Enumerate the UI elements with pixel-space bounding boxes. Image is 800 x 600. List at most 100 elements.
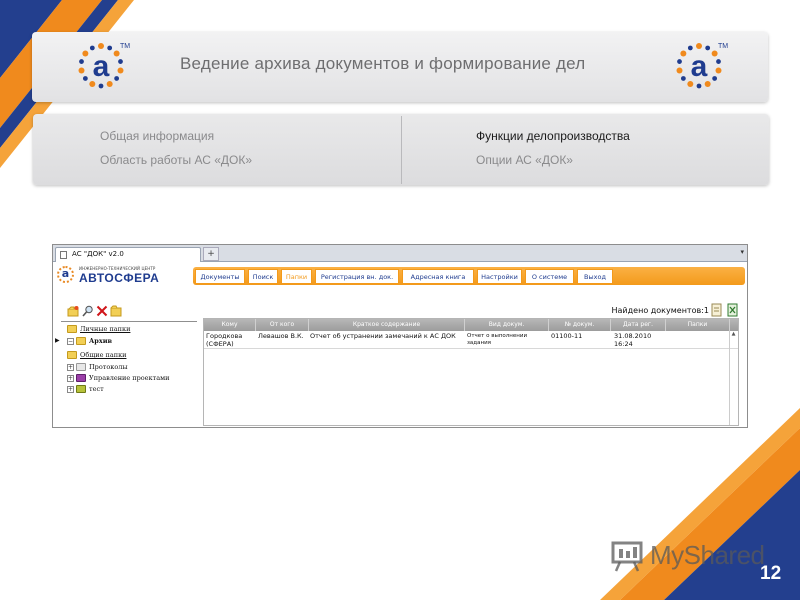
expand-icon[interactable]: + — [67, 374, 74, 382]
slide-title: Ведение архива документов и формирование… — [180, 54, 586, 73]
tree-shared-folders[interactable]: Общие папки — [67, 351, 126, 359]
menu-search[interactable]: Поиск — [248, 269, 278, 284]
logo-dot — [680, 76, 686, 81]
logo-dot — [79, 59, 84, 64]
logo-dot — [716, 59, 721, 64]
logo-dot — [696, 43, 702, 49]
table-header: Кому От кого Краткое содержание Вид доку… — [204, 319, 738, 331]
new-tab-button[interactable]: + — [203, 247, 219, 261]
export-excel-icon[interactable] — [727, 302, 739, 317]
documents-table: Кому От кого Краткое содержание Вид доку… — [203, 318, 739, 426]
logo-dot — [118, 59, 123, 64]
menu-folders[interactable]: Папки — [281, 269, 312, 284]
logo-dot — [711, 50, 718, 57]
folder-icon — [67, 351, 77, 359]
scroll-up-icon[interactable]: ▲ — [730, 331, 737, 337]
logo-letter: a — [93, 50, 110, 83]
section-navigation: Общая информация Область работы АС «ДОК»… — [33, 114, 769, 185]
logo-dot — [78, 67, 85, 74]
folder-icon — [67, 325, 77, 333]
open-folder-icon[interactable] — [110, 305, 122, 317]
nav-work-area[interactable]: Область работы АС «ДОК» — [100, 153, 252, 167]
column-header-to[interactable]: Кому — [204, 319, 256, 331]
documents-found: Найдено документов:1 — [612, 306, 709, 315]
column-header-from[interactable]: От кого — [256, 319, 309, 331]
tab-scroll-down-icon[interactable]: ▾ — [740, 248, 744, 256]
brand-logo-left: a TM — [78, 43, 130, 89]
cell-doc-number: 01100-11 — [551, 332, 583, 340]
logo-dot — [715, 67, 722, 74]
tree-protocols[interactable]: + Протоколы — [67, 363, 128, 371]
export-document-icon[interactable] — [711, 302, 723, 317]
tree-test[interactable]: + тест — [67, 385, 104, 393]
column-header-reg-date[interactable]: Дата рег. — [611, 319, 666, 331]
logo-dot — [696, 83, 702, 89]
logo-dot — [82, 76, 88, 81]
column-header-folders[interactable]: Папки — [666, 319, 730, 331]
table-scrollbar[interactable]: ▲ — [729, 331, 737, 425]
nav-divider — [401, 116, 402, 184]
column-header-doc-type[interactable]: Вид докум. — [465, 319, 549, 331]
menu-exit[interactable]: Выход — [577, 269, 613, 284]
nav-options[interactable]: Опции АС «ДОК» — [476, 153, 573, 167]
cell-to: Городкова (СФЕРА) — [206, 332, 243, 348]
menu-about[interactable]: О системе — [525, 269, 574, 284]
folder-icon — [76, 337, 86, 345]
browser-tab-bar: АС "ДОК" v2.0 + ▾ — [53, 245, 747, 262]
documents-found-count: 1 — [703, 306, 709, 315]
nav-general-info[interactable]: Общая информация — [100, 129, 214, 143]
folder-icon — [76, 374, 86, 382]
logo-dot — [117, 67, 124, 74]
collapse-panel-icon[interactable]: ▶ — [55, 337, 60, 344]
watermark-text: MyShared — [650, 540, 765, 570]
logo-dot — [676, 67, 683, 74]
cell-summary: Отчет об устранении замечаний к АС ДОК — [310, 332, 456, 340]
title-banner: Ведение архива документов и формирование… — [32, 32, 768, 102]
logo-trademark: TM — [120, 43, 130, 50]
logo-dot — [712, 76, 718, 81]
search-folder-icon[interactable] — [82, 305, 94, 317]
main-menu: Документы Поиск Папки Регистрация вн. до… — [193, 267, 745, 285]
menu-address-book[interactable]: Адресная книга — [402, 269, 474, 284]
documents-found-label: Найдено документов: — [611, 306, 704, 315]
browser-tab-title: АС "ДОК" v2.0 — [72, 250, 124, 258]
tree-separator — [61, 321, 197, 322]
logo-dot — [680, 50, 687, 57]
folder-icon — [76, 363, 86, 371]
menu-settings[interactable]: Настройки — [477, 269, 522, 284]
cell-reg-date: 31.08.2010 16:24 — [614, 332, 652, 348]
app-logo: a ИНЖЕНЕРНО-ТЕХНИЧЕСКИЙ ЦЕНТР АВТОСФЕРА — [57, 265, 193, 285]
expand-icon[interactable]: + — [67, 385, 74, 393]
app-logo-brand: АВТОСФЕРА — [79, 271, 160, 285]
logo-dot — [677, 59, 682, 64]
watermark: MyShared — [606, 538, 766, 574]
page-number: 12 — [760, 563, 782, 584]
cell-doc-type: Отчет о выполнении задания — [467, 333, 528, 346]
expand-icon[interactable]: − — [67, 337, 74, 345]
app-header: a ИНЖЕНЕРНО-ТЕХНИЧЕСКИЙ ЦЕНТР АВТОСФЕРА … — [53, 263, 747, 287]
presentation-board-icon — [611, 541, 643, 572]
table-row[interactable]: Городкова (СФЕРА) Левашов В.К. Отчет об … — [204, 331, 738, 349]
delete-folder-icon[interactable] — [96, 305, 108, 317]
browser-tab[interactable]: АС "ДОК" v2.0 — [55, 247, 201, 262]
tree-personal-folders[interactable]: Личные папки — [67, 325, 130, 333]
cell-from: Левашов В.К. — [258, 332, 304, 340]
column-header-doc-number[interactable]: № докум. — [549, 319, 611, 331]
logo-dot — [82, 50, 89, 57]
new-folder-icon[interactable] — [67, 305, 79, 317]
tree-project-management[interactable]: + Управление проектами — [67, 374, 169, 382]
menu-register-internal[interactable]: Регистрация вн. док. — [315, 269, 399, 284]
logo-dot — [98, 83, 104, 89]
expand-icon[interactable]: + — [67, 363, 74, 371]
page-icon — [60, 251, 67, 259]
app-screenshot: АС "ДОК" v2.0 + ▾ a ИНЖЕНЕРНО-ТЕХНИЧЕСКИ… — [52, 244, 748, 428]
column-header-summary[interactable]: Краткое содержание — [309, 319, 465, 331]
logo-dot — [98, 43, 104, 49]
folder-icon — [76, 385, 86, 393]
tree-archive[interactable]: − Архив — [67, 337, 112, 345]
nav-office-functions[interactable]: Функции делопроизводства — [476, 129, 630, 143]
app-logo-mark: a — [57, 266, 74, 283]
logo-dot — [113, 50, 120, 57]
menu-documents[interactable]: Документы — [195, 269, 245, 284]
brand-logo-right: a TM — [676, 43, 728, 89]
